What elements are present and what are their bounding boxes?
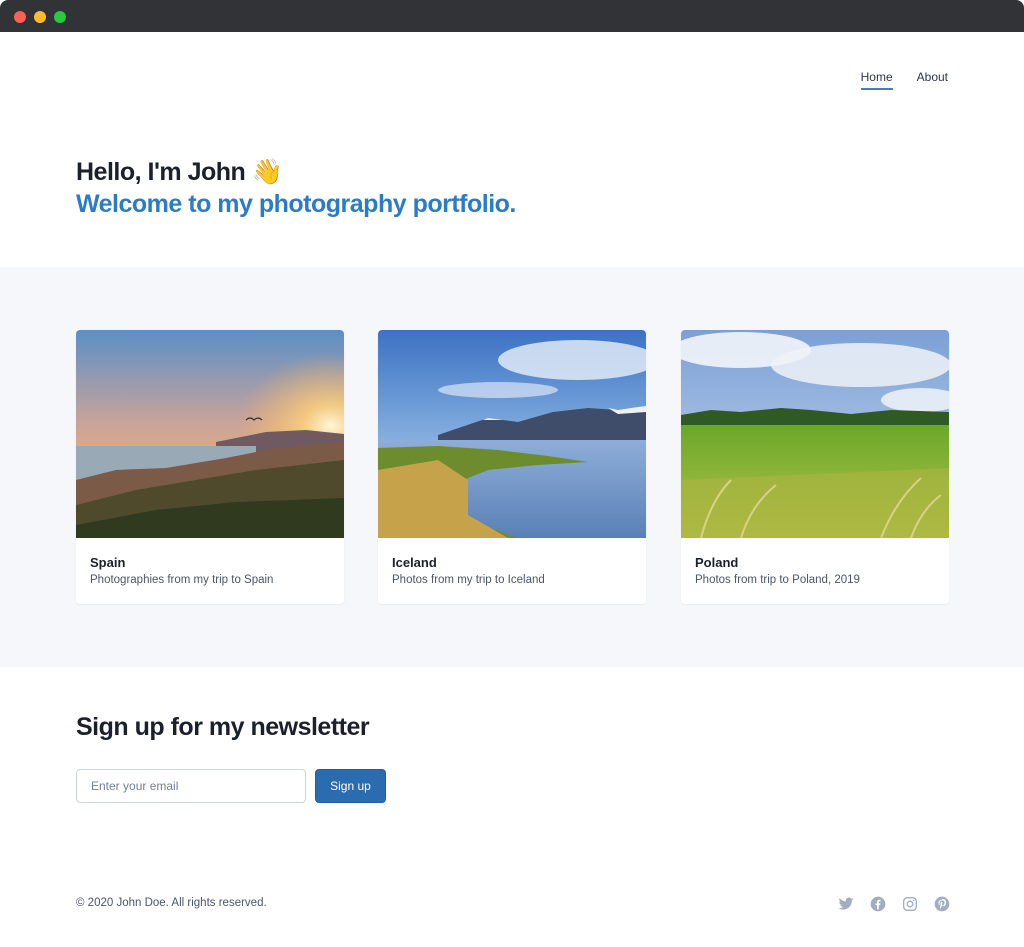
newsletter-section: Sign up for my newsletter: [76, 713, 370, 742]
spain-photo[interactable]: [76, 330, 344, 538]
instagram-icon[interactable]: [902, 896, 918, 912]
iceland-photo[interactable]: [378, 330, 646, 538]
window-titlebar: [0, 0, 1024, 32]
top-nav: Home About: [860, 70, 948, 90]
poland-photo[interactable]: [681, 330, 949, 538]
hero-section: Hello, I'm John 👋 Welcome to my photogra…: [76, 156, 516, 220]
card-description: Photos from trip to Poland, 2019: [695, 574, 860, 586]
gallery-section: Spain Photographies from my trip to Spai…: [0, 267, 1024, 667]
newsletter-heading: Sign up for my newsletter: [76, 713, 370, 741]
card-description: Photos from my trip to Iceland: [392, 574, 545, 586]
gallery-card-spain[interactable]: Spain Photographies from my trip to Spai…: [76, 330, 344, 604]
hero-tagline: Welcome to my photography portfolio.: [76, 190, 516, 218]
card-title: Poland: [695, 555, 739, 570]
pinterest-icon[interactable]: [934, 896, 950, 912]
gallery-card-poland[interactable]: Poland Photos from trip to Poland, 2019: [681, 330, 949, 604]
nav-home-link[interactable]: Home: [860, 70, 893, 90]
twitter-icon[interactable]: [838, 896, 854, 912]
card-title: Iceland: [392, 555, 437, 570]
maximize-window-button[interactable]: [54, 11, 66, 23]
hero-greeting: Hello, I'm John 👋: [76, 158, 283, 186]
minimize-window-button[interactable]: [34, 11, 46, 23]
card-title: Spain: [90, 555, 126, 570]
gallery-card-iceland[interactable]: Iceland Photos from my trip to Iceland: [378, 330, 646, 604]
signup-button[interactable]: Sign up: [315, 769, 386, 803]
close-window-button[interactable]: [14, 11, 26, 23]
nav-about-link[interactable]: About: [917, 70, 948, 90]
card-description: Photographies from my trip to Spain: [90, 574, 274, 586]
copyright-text: © 2020 John Doe. All rights reserved.: [76, 897, 267, 909]
facebook-icon[interactable]: [870, 896, 886, 912]
newsletter-form: Sign up: [76, 769, 386, 803]
social-links: [838, 896, 950, 912]
email-input[interactable]: [76, 769, 306, 803]
